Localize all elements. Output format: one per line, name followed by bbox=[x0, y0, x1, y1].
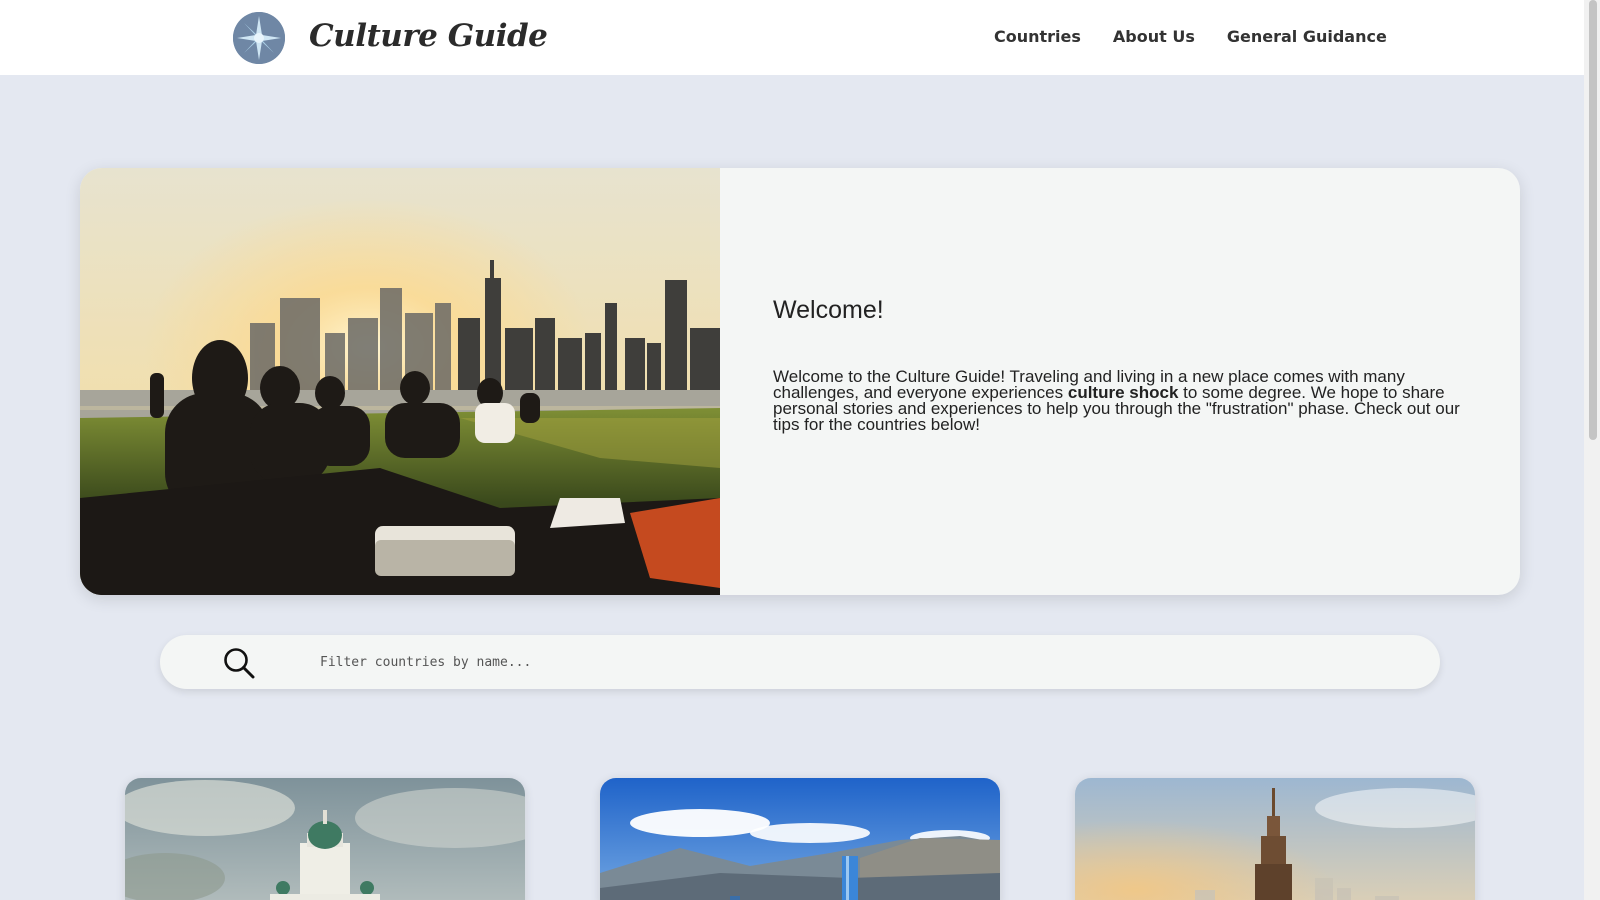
scrollbar[interactable] bbox=[1584, 0, 1600, 900]
main-nav: Countries About Us General Guidance bbox=[994, 27, 1387, 46]
nav-countries[interactable]: Countries bbox=[994, 27, 1081, 46]
hero-title: Welcome! bbox=[773, 296, 884, 324]
skyscraper-photo bbox=[1075, 778, 1475, 900]
picnic-skyline-photo bbox=[80, 168, 720, 595]
nav-about-us[interactable]: About Us bbox=[1113, 27, 1195, 46]
site-header: Culture Guide Countries About Us General… bbox=[0, 0, 1584, 75]
mountain-city-photo bbox=[600, 778, 1000, 900]
search-icon[interactable] bbox=[222, 646, 256, 680]
cathedral-photo bbox=[125, 778, 525, 900]
scrollbar-thumb[interactable] bbox=[1589, 0, 1597, 440]
search-input[interactable] bbox=[310, 645, 1410, 679]
country-card-cathedral[interactable] bbox=[125, 778, 525, 900]
hero-panel: Welcome! Welcome to the Culture Guide! T… bbox=[80, 168, 1520, 595]
brand-title[interactable]: Culture Guide bbox=[309, 18, 548, 54]
country-card-skyscraper[interactable] bbox=[1075, 778, 1475, 900]
nav-general-guidance[interactable]: General Guidance bbox=[1227, 27, 1387, 46]
search-bar bbox=[160, 635, 1440, 689]
country-card-mountain-city[interactable] bbox=[600, 778, 1000, 900]
hero-description: Welcome to the Culture Guide! Traveling … bbox=[773, 368, 1463, 433]
compass-icon[interactable] bbox=[233, 12, 285, 64]
